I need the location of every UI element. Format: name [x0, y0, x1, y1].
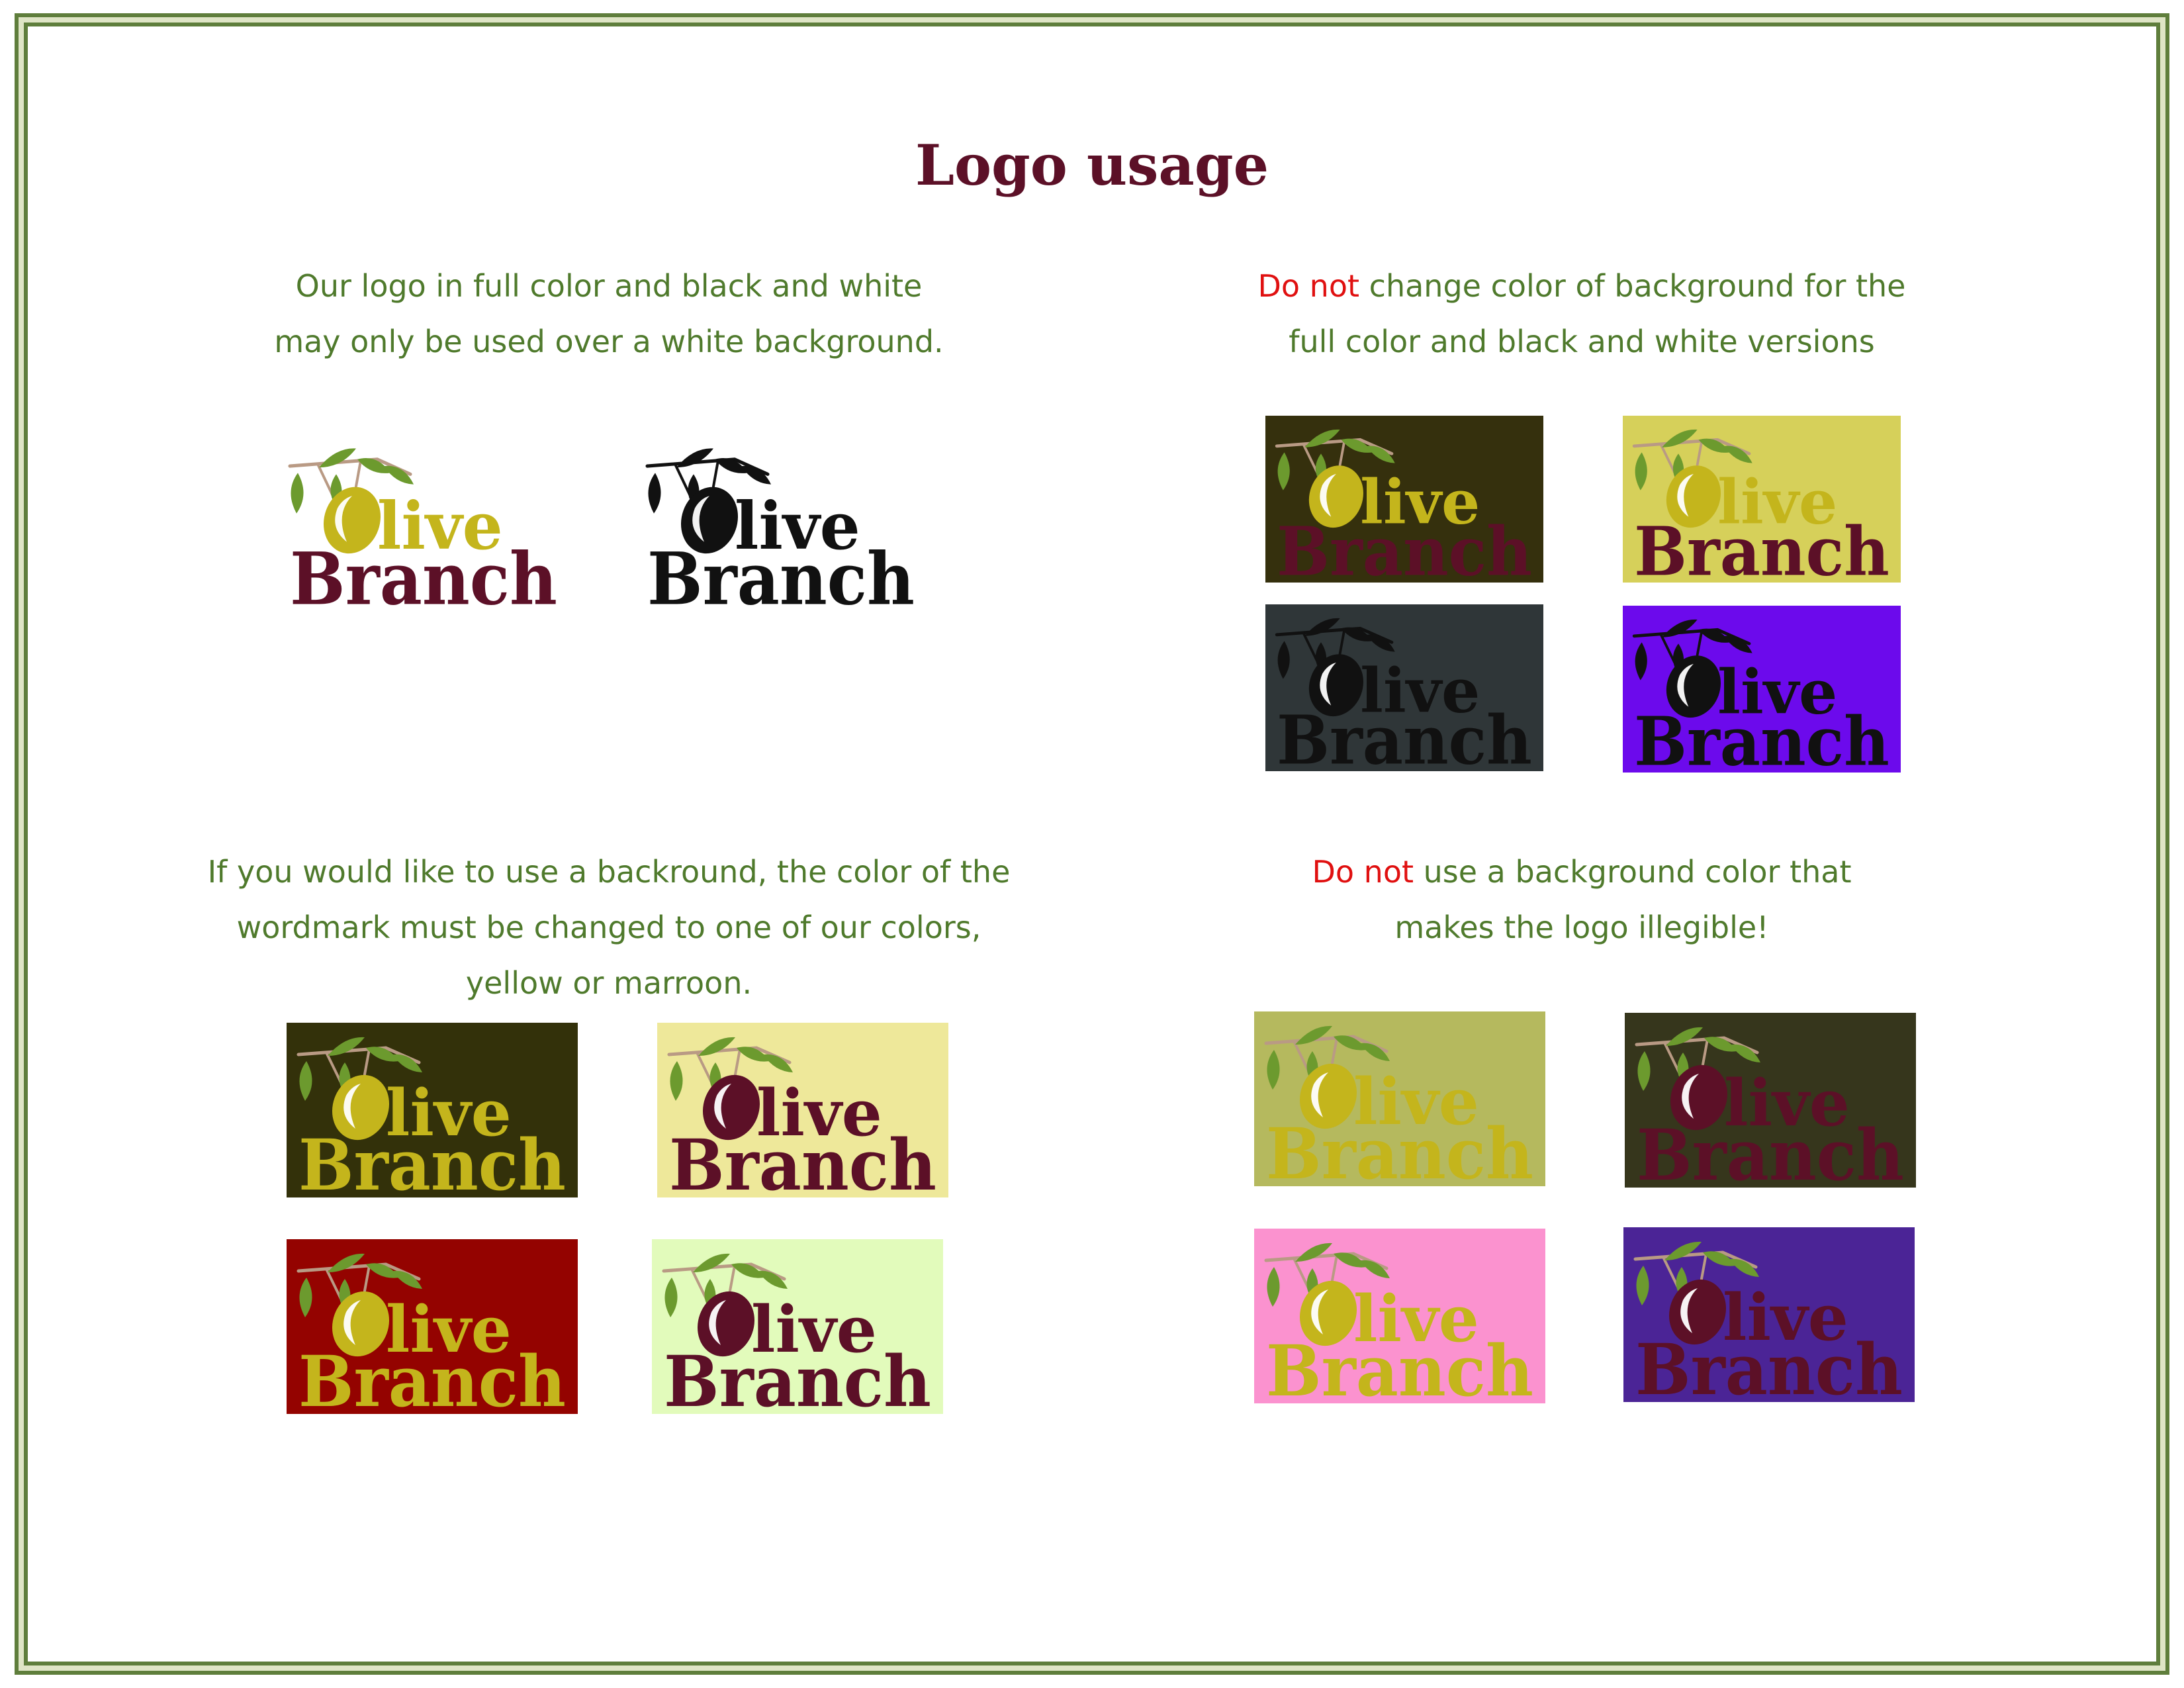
logo-ok-dark-olive-bg: live Branch — [287, 1023, 578, 1197]
logo-ok-pale-green-bg: live Branch — [652, 1239, 943, 1414]
logo-illegible-dark-bg: live Branch — [1625, 1013, 1916, 1188]
caption-line: makes the logo illegible! — [1394, 910, 1769, 945]
caption-line: Do not use a background color that — [1218, 844, 1946, 900]
logo-graphic: liveBranch — [635, 434, 927, 612]
logo-graphic: liveBranch — [287, 1239, 578, 1414]
caption-wordmark-color: If you would like to use a backround, th… — [199, 844, 1019, 1011]
logo-graphic: liveBranch — [1623, 606, 1901, 773]
caption-line: wordmark must be changed to one of our c… — [236, 910, 981, 945]
wordmark-branch: Branch — [664, 1340, 931, 1414]
caption-line: yellow or marroon. — [465, 965, 752, 1001]
logo-graphic: liveBranch — [1623, 1227, 1915, 1402]
logo-black-and-white: live Branch — [635, 434, 927, 612]
wordmark-branch: Branch — [1266, 1112, 1533, 1186]
caption-text: change color of background for the — [1359, 268, 1906, 304]
logo-ok-red-bg: live Branch — [287, 1239, 578, 1414]
wordmark-branch: Branch — [290, 538, 557, 612]
caption-line: If you would like to use a backround, th… — [207, 854, 1011, 890]
logo-bad-gray-bg: live Branch — [1265, 604, 1543, 771]
caption-line: Do not change color of background for th… — [1218, 258, 1946, 314]
caption-line: may only be used over a white background… — [274, 324, 944, 359]
logo-graphic: liveBranch — [1623, 416, 1901, 583]
logo-graphic: liveBranch — [657, 1023, 948, 1197]
wordmark-branch: Branch — [298, 1123, 566, 1197]
logo-graphic: liveBranch — [652, 1239, 943, 1414]
caption-line: full color and black and white versions — [1289, 324, 1875, 359]
logo-graphic: liveBranch — [1265, 604, 1543, 771]
logo-graphic: liveBranch — [1254, 1229, 1545, 1403]
logo-illegible-purple-bg: live Branch — [1623, 1227, 1915, 1402]
wordmark-branch: Branch — [647, 538, 915, 612]
logo-graphic: liveBranch — [1254, 1011, 1545, 1186]
wordmark-branch: Branch — [1277, 701, 1532, 771]
logo-illegible-khaki-bg: live Branch — [1254, 1011, 1545, 1186]
caption-text: use a background color that — [1414, 854, 1852, 890]
caption-do-not-use-illegible: Do not use a background color that makes… — [1218, 844, 1946, 955]
caption-white-background: Our logo in full color and black and whi… — [251, 258, 966, 369]
logo-bad-dark-olive-bg: live Branch — [1265, 416, 1543, 583]
wordmark-branch: Branch — [1634, 512, 1889, 583]
warning-text: Do not — [1312, 854, 1414, 890]
wordmark-branch: Branch — [298, 1340, 566, 1414]
wordmark-branch: Branch — [1635, 1328, 1903, 1402]
page-title: Logo usage — [915, 132, 1269, 198]
logo-full-color: live Branch — [278, 434, 569, 612]
logo-bad-yellow-bg: live Branch — [1623, 416, 1901, 583]
wordmark-branch: Branch — [1634, 702, 1889, 773]
logo-bad-violet-bg: live Branch — [1623, 606, 1901, 773]
caption-line: Our logo in full color and black and whi… — [295, 268, 923, 304]
logo-graphic: liveBranch — [1265, 416, 1543, 583]
logo-graphic: liveBranch — [1625, 1013, 1916, 1188]
logo-ok-light-yellow-bg: live Branch — [657, 1023, 948, 1197]
logo-illegible-pink-bg: live Branch — [1254, 1229, 1545, 1403]
warning-text: Do not — [1257, 268, 1360, 304]
wordmark-branch: Branch — [1277, 512, 1532, 583]
wordmark-branch: Branch — [669, 1123, 936, 1197]
logo-graphic: liveBranch — [278, 434, 569, 612]
wordmark-branch: Branch — [1637, 1113, 1904, 1188]
caption-do-not-change-background: Do not change color of background for th… — [1218, 258, 1946, 369]
logo-graphic: liveBranch — [287, 1023, 578, 1197]
wordmark-branch: Branch — [1266, 1329, 1533, 1403]
